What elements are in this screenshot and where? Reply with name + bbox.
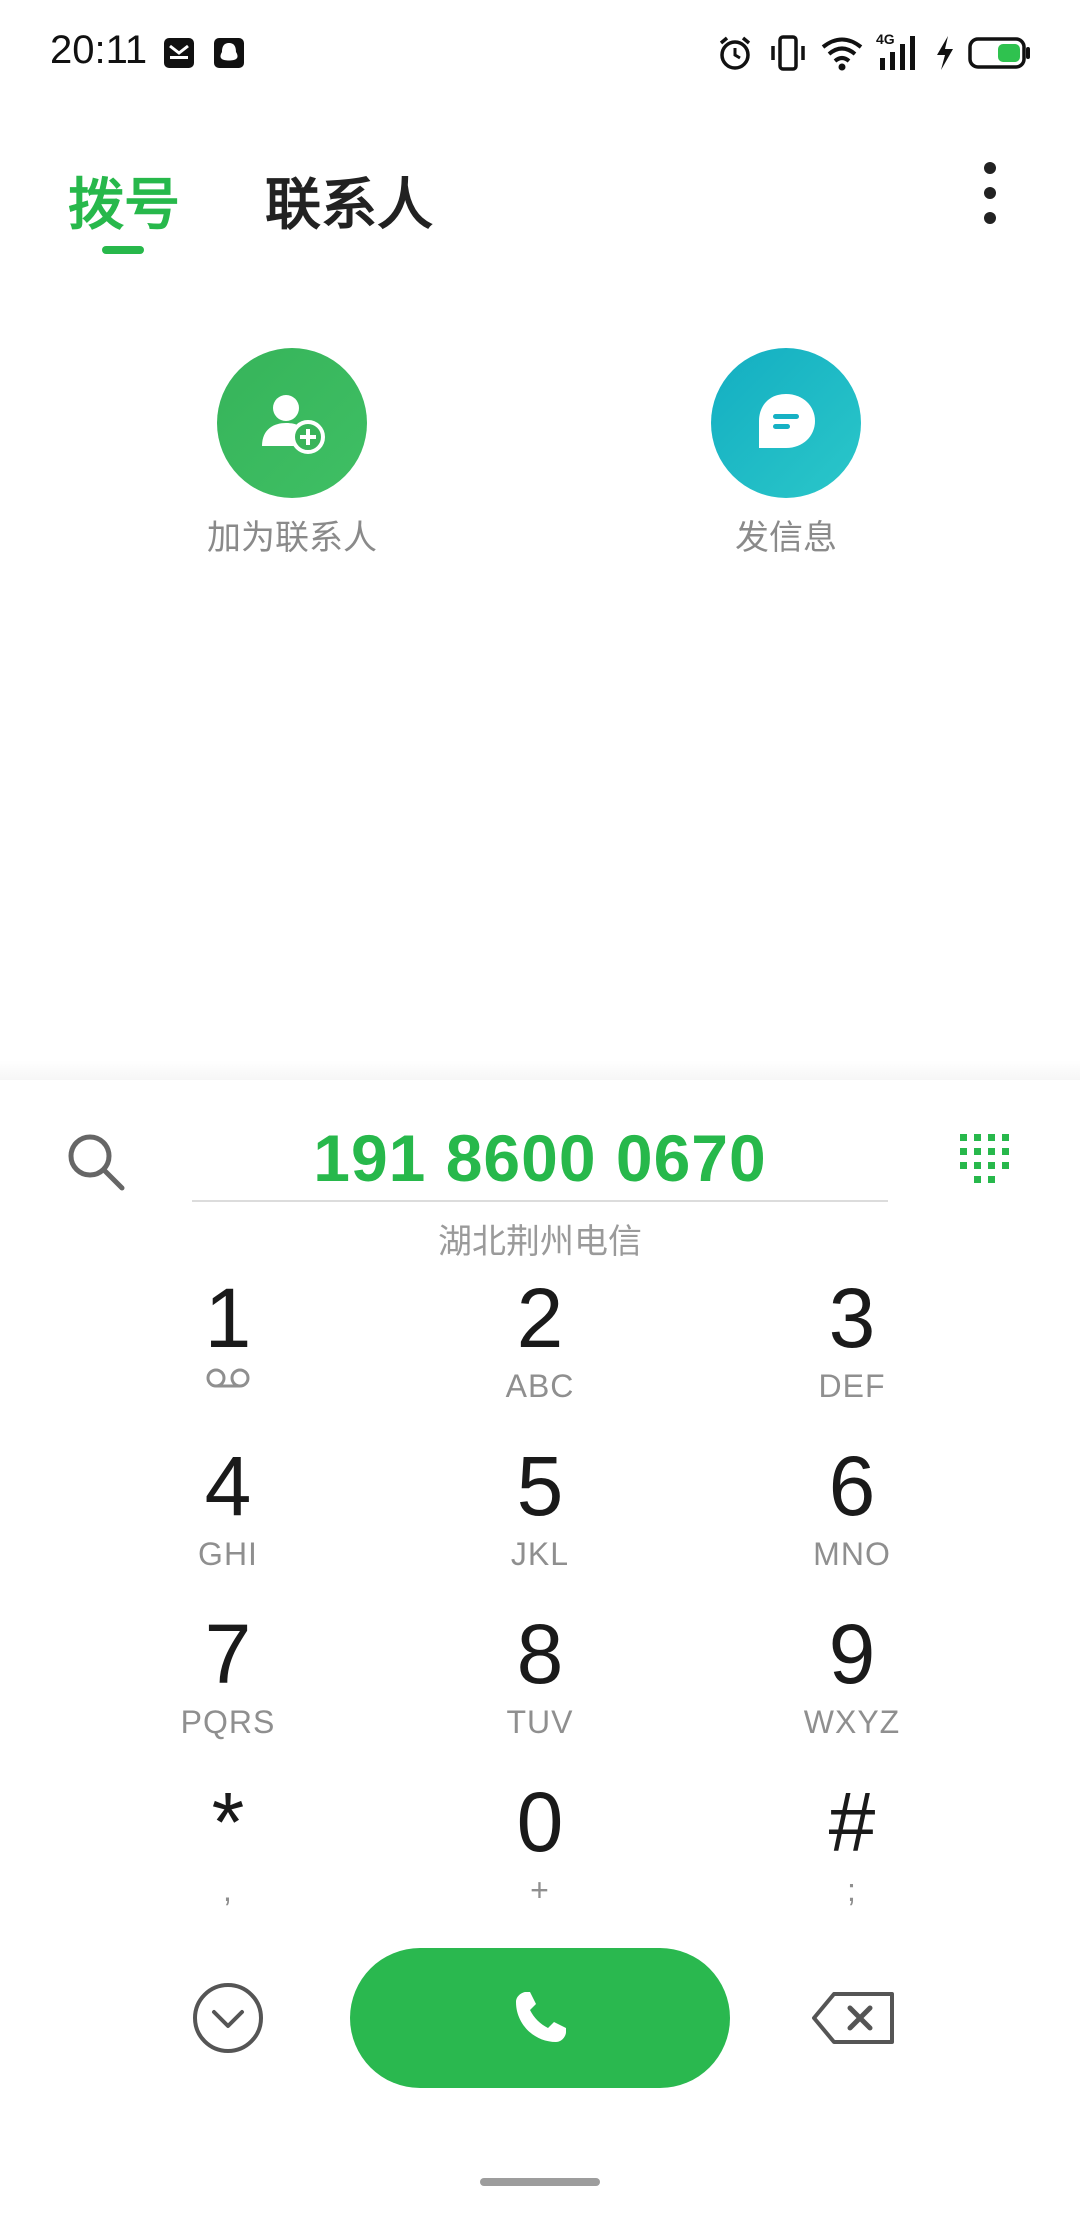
send-message-action[interactable]: 发信息 — [676, 348, 896, 559]
number-location-label: 湖北荆州电信 — [438, 1223, 642, 1261]
message-icon — [759, 394, 815, 448]
key-7[interactable]: 7 PQRS — [78, 1606, 378, 1756]
key-digit: 6 — [828, 1439, 876, 1533]
call-button[interactable] — [350, 1948, 730, 2088]
tab-dial[interactable]: 拨号 — [68, 160, 180, 241]
key-letters: TUV — [506, 1704, 574, 1740]
key-8[interactable]: 8 TUV — [390, 1606, 690, 1756]
tab-contacts[interactable]: 联系人 — [265, 160, 433, 241]
key-letters: , — [223, 1872, 233, 1908]
key-letters: ; — [847, 1872, 857, 1908]
network-type-label: 4G — [876, 31, 895, 47]
key-digit: 2 — [516, 1271, 564, 1365]
key-letters: MNO — [813, 1536, 891, 1572]
qq-notification-icon — [214, 38, 244, 68]
key-digit: 3 — [828, 1271, 876, 1365]
battery-icon — [968, 37, 1030, 69]
vibrate-icon — [771, 35, 805, 71]
dialed-number-input[interactable]: 191 8600 0670 — [192, 1120, 888, 1196]
send-message-label: 发信息 — [735, 519, 837, 557]
key-letters: DEF — [818, 1368, 886, 1404]
wifi-icon — [821, 37, 863, 71]
key-letters: GHI — [198, 1536, 258, 1572]
voicemail-icon — [206, 1368, 250, 1388]
key-letters: ABC — [505, 1368, 575, 1404]
backspace-icon[interactable] — [810, 1990, 896, 2046]
key-4[interactable]: 4 GHI — [78, 1438, 378, 1588]
key-letters: WXYZ — [803, 1704, 901, 1740]
key-digit: * — [211, 1775, 245, 1869]
key-0[interactable]: 0 + — [390, 1774, 690, 1924]
alarm-icon — [719, 36, 751, 70]
key-6[interactable]: 6 MNO — [702, 1438, 1002, 1588]
home-indicator[interactable] — [480, 2178, 600, 2186]
dialpad-divider — [0, 1060, 1080, 1080]
key-3[interactable]: 3 DEF — [702, 1270, 1002, 1420]
key-digit: # — [828, 1775, 876, 1869]
key-digit: 5 — [516, 1439, 564, 1533]
key-letters: + — [530, 1872, 550, 1908]
key-2[interactable]: 2 ABC — [390, 1270, 690, 1420]
key-hash[interactable]: # ; — [702, 1774, 1002, 1924]
cellular-signal-icon: 4G — [876, 31, 915, 70]
key-letters: JKL — [510, 1536, 570, 1572]
key-5[interactable]: 5 JKL — [390, 1438, 690, 1588]
more-options-icon[interactable] — [970, 158, 1010, 228]
key-digit: 7 — [204, 1607, 252, 1701]
phone-icon — [516, 1992, 566, 2042]
key-digit: 8 — [516, 1607, 564, 1701]
key-1[interactable]: 1 — [78, 1270, 378, 1420]
add-contact-label: 加为联系人 — [207, 519, 377, 557]
add-contact-icon — [262, 395, 325, 454]
collapse-dialpad-icon[interactable] — [190, 1980, 266, 2056]
add-contact-button[interactable] — [217, 348, 367, 498]
active-tab-indicator — [102, 246, 144, 254]
inbox-notification-icon — [164, 38, 194, 68]
key-letters: PQRS — [180, 1704, 276, 1740]
charging-icon — [937, 36, 953, 70]
key-9[interactable]: 9 WXYZ — [702, 1606, 1002, 1756]
search-icon[interactable] — [62, 1128, 132, 1198]
key-digit: 1 — [204, 1271, 252, 1365]
dialpad-toggle-icon[interactable] — [956, 1130, 1016, 1190]
key-digit: 0 — [516, 1775, 564, 1869]
key-digit: 9 — [828, 1607, 876, 1701]
key-star[interactable]: * , — [78, 1774, 378, 1924]
status-bar: 20:11 4G — [0, 0, 1080, 110]
add-contact-action[interactable]: 加为联系人 — [182, 348, 402, 559]
send-message-button[interactable] — [711, 348, 861, 498]
key-digit: 4 — [204, 1439, 252, 1533]
number-underline — [192, 1200, 888, 1202]
status-time: 20:11 — [50, 28, 148, 72]
